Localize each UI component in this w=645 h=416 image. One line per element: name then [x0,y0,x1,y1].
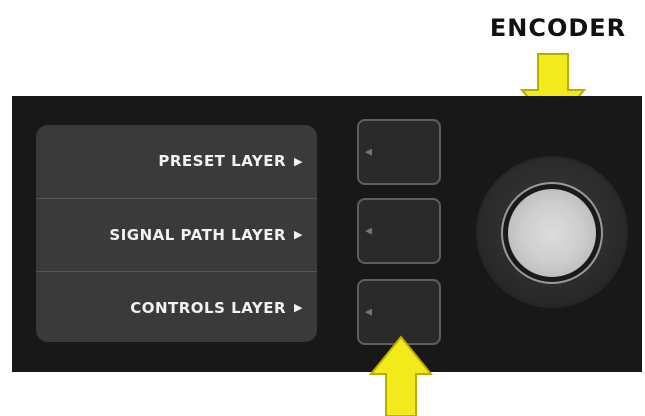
layer-label-controls: CONTROLS LAYER [130,298,287,317]
layer-label-preset: PRESET LAYER [158,152,287,170]
layer-row-signal-path: SIGNAL PATH LAYER ▶ [36,198,317,270]
layer-row-controls: CONTROLS LAYER ▶ [36,271,317,342]
right-triangle-icon: ▶ [294,154,303,168]
layer-row-preset: PRESET LAYER ▶ [36,125,317,197]
lcd-display: PRESET LAYER ▶ SIGNAL PATH LAYER ▶ CONTR… [36,125,317,342]
left-triangle-icon: ◀ [365,225,372,236]
signal-path-layer-button[interactable]: ◀ [357,198,441,264]
preset-layer-button[interactable]: ◀ [357,119,441,185]
encoder-label: ENCODER [489,14,627,42]
right-triangle-icon: ▶ [294,228,303,241]
layer-label-signal-path: SIGNAL PATH LAYER [109,225,287,244]
left-triangle-icon: ◀ [365,146,372,157]
encoder-knob[interactable] [508,189,596,277]
left-triangle-icon: ◀ [365,306,372,317]
right-triangle-icon: ▶ [294,301,303,314]
up-arrow-icon [368,335,434,416]
